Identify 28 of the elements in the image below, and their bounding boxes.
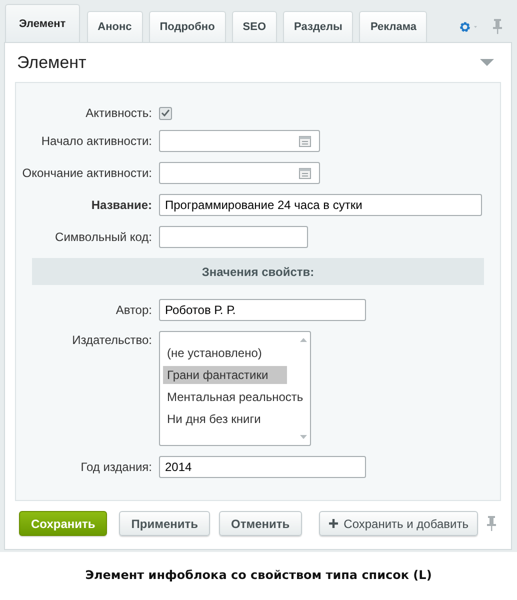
input-field[interactable]: Программирование 24 часа в сутки bbox=[159, 194, 482, 216]
figure-caption: Элемент инфоблока со свойством типа список (L) bbox=[84, 567, 433, 582]
field-label: Окончание активности: bbox=[21, 166, 152, 180]
tab[interactable]: Реклама bbox=[359, 11, 428, 42]
field-label: Начало активности: bbox=[40, 134, 152, 148]
tab[interactable]: SEO bbox=[232, 11, 278, 42]
list-option[interactable]: Ментальная реальность bbox=[163, 388, 308, 406]
panel-title: Элемент bbox=[17, 52, 86, 72]
button[interactable]: Отменить bbox=[219, 511, 302, 536]
field-label: Издательство: bbox=[71, 332, 152, 347]
list-option[interactable]: Грани фантастики bbox=[163, 366, 287, 384]
field-label: Год издания: bbox=[80, 460, 152, 474]
list-option[interactable]: (не установлено) bbox=[163, 344, 287, 362]
field-label: Символьный код: bbox=[54, 230, 152, 244]
button[interactable]: Применить bbox=[119, 511, 210, 536]
tab[interactable]: Элемент bbox=[5, 4, 80, 42]
save-and-add-button[interactable]: Сохранить и добавить bbox=[318, 511, 478, 536]
tab[interactable]: Анонс bbox=[86, 11, 143, 42]
tab[interactable]: Разделы bbox=[283, 11, 354, 42]
field-label: Активность: bbox=[84, 106, 152, 120]
input-field[interactable]: Роботов Р. Р. bbox=[159, 299, 366, 321]
field-label: Название: bbox=[90, 198, 152, 212]
section-header: Значения свойств: bbox=[32, 258, 484, 285]
input-field[interactable]: 2014 bbox=[159, 456, 366, 478]
field-label: Автор: bbox=[114, 303, 152, 317]
tab[interactable]: Подробно bbox=[148, 11, 226, 42]
list-box[interactable]: (не установлено) Грани фантастики Ментальная реальность Ни дня без книги bbox=[159, 331, 311, 446]
list-option[interactable]: Ни дня без книги bbox=[163, 410, 287, 428]
